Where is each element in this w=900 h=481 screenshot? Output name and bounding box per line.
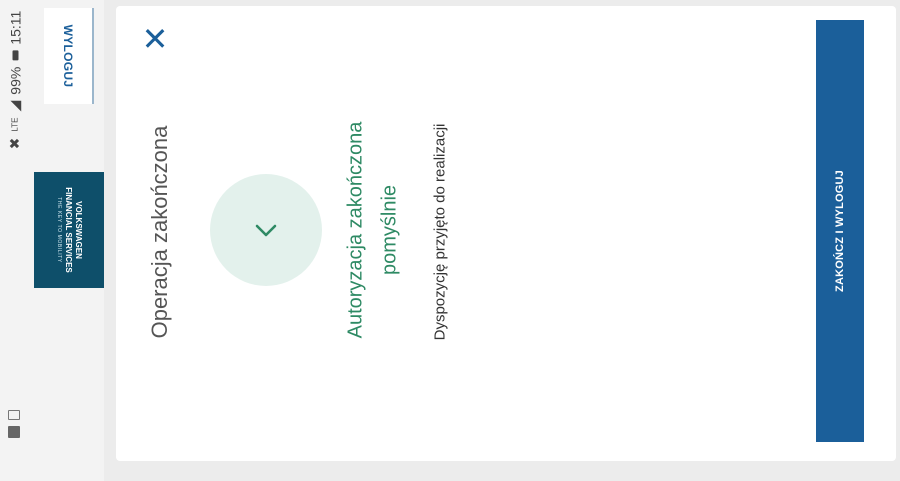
signal-icon: ◢	[6, 100, 23, 112]
brand-tagline: THE KEY TO MOBILITY	[56, 197, 62, 263]
success-message-line2: pomyślnie	[378, 184, 401, 276]
finish-and-logout-button[interactable]: ZAKOŃCZ I WYLOGUJ	[816, 20, 864, 442]
logout-button[interactable]: WYLOGUJ	[44, 8, 94, 104]
clock: 15:11	[7, 10, 23, 45]
brand-line1: VOLKSWAGEN	[74, 201, 83, 259]
logout-label: WYLOGUJ	[61, 24, 75, 88]
success-message-line1: Autoryzacja zakończona	[344, 121, 367, 339]
brand-line2: FINANCIAL SERVICES	[64, 187, 73, 273]
mute-icon: ✖	[6, 137, 23, 150]
image-icon	[8, 426, 20, 438]
brand-logo-text: VOLKSWAGEN FINANCIAL SERVICES THE KEY TO…	[55, 187, 83, 273]
battery-icon	[12, 50, 18, 61]
top-bar: ✖ LTE ◢ 99% 15:11 WYLOGUJ VOLKSWAGEN FIN…	[0, 0, 104, 481]
success-badge	[210, 174, 322, 286]
status-bar-content: ✖ LTE ◢ 99% 15:11	[7, 11, 24, 150]
status-bar: ✖ LTE ◢ 99% 15:11	[0, 0, 30, 481]
chevron-right-icon	[255, 224, 277, 237]
battery-percent: 99%	[7, 66, 23, 95]
page-title: Operacja zakończona	[147, 125, 172, 339]
notification-icon	[8, 410, 20, 420]
brand-logo: VOLKSWAGEN FINANCIAL SERVICES THE KEY TO…	[34, 172, 104, 288]
network-label: LTE	[10, 117, 20, 132]
finish-and-logout-label: ZAKOŃCZ I WYLOGUJ	[834, 170, 846, 292]
close-icon[interactable]: ✕	[140, 23, 170, 55]
info-message: Dyspozycję przyjęto do realizacji	[431, 123, 449, 341]
page: ✖ LTE ◢ 99% 15:11 WYLOGUJ VOLKSWAGEN FIN…	[0, 0, 900, 481]
notification-icons	[8, 410, 22, 440]
